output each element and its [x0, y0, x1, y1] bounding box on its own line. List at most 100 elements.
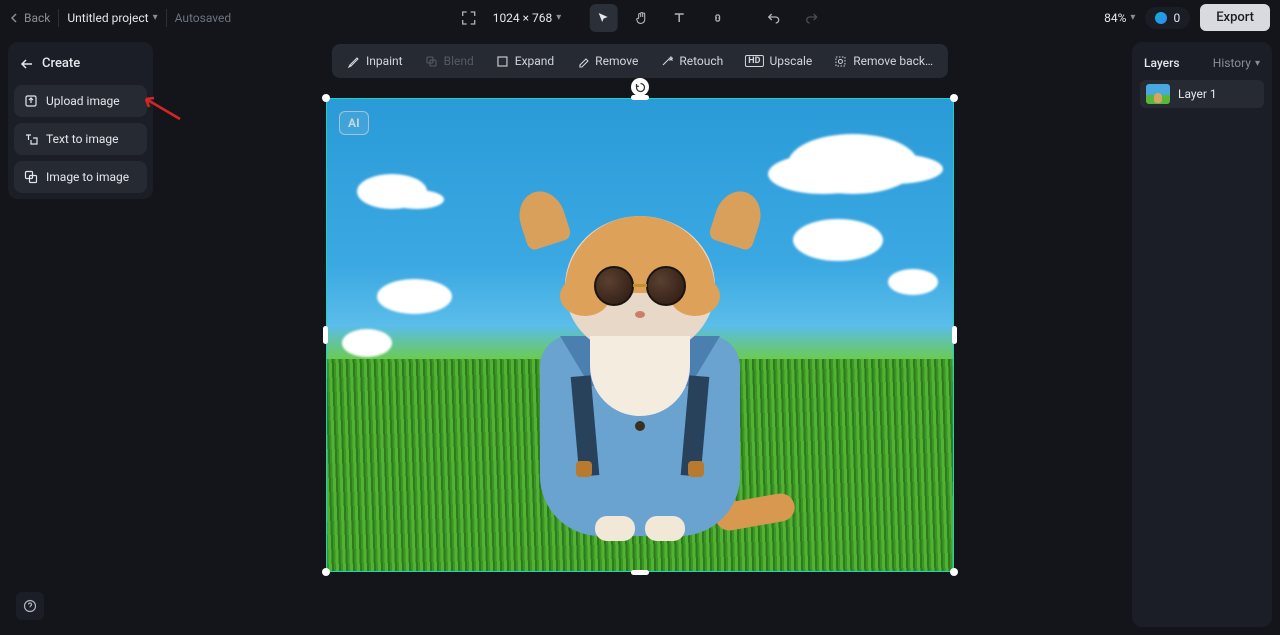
- fit-screen-button[interactable]: [455, 4, 483, 32]
- inpaint-tool[interactable]: Inpaint: [338, 48, 412, 74]
- credits-value: 0: [1173, 11, 1180, 25]
- layers-title: Layers: [1144, 56, 1180, 70]
- resize-handle-t[interactable]: [631, 95, 649, 100]
- resize-handle-tr[interactable]: [950, 94, 958, 102]
- hand-tool[interactable]: [627, 4, 655, 32]
- inpaint-icon: [347, 55, 360, 68]
- back-arrow-icon: [20, 57, 34, 71]
- zoom-value: 84%: [1104, 11, 1126, 25]
- help-button[interactable]: [16, 592, 44, 620]
- select-tool[interactable]: [589, 4, 617, 32]
- resize-handle-tl[interactable]: [322, 94, 330, 102]
- resize-handle-br[interactable]: [950, 568, 958, 576]
- remove-bg-label: Remove back…: [853, 54, 933, 68]
- cloud: [342, 329, 392, 357]
- project-title[interactable]: Untitled project ▾: [67, 11, 157, 25]
- resize-handle-l[interactable]: [323, 326, 328, 344]
- text-to-image-icon: [24, 132, 38, 146]
- chevron-down-icon: ▾: [1255, 58, 1260, 69]
- ai-badge-text: AI: [348, 116, 360, 130]
- remove-label: Remove: [595, 54, 638, 68]
- right-panel-header: Layers History ▾: [1140, 50, 1264, 80]
- fit-icon: [462, 11, 476, 25]
- inpaint-label: Inpaint: [366, 54, 403, 68]
- topbar-left: Back Untitled project ▾ Autosaved: [10, 9, 231, 27]
- back-button[interactable]: Back: [10, 11, 50, 25]
- topbar-center: 1024 × 768 ▾: [455, 4, 826, 32]
- layer-thumbnail: [1146, 84, 1170, 104]
- canvas-wrapper[interactable]: AI: [326, 98, 954, 572]
- retouch-tool[interactable]: Retouch: [651, 48, 732, 74]
- help-icon: [23, 599, 37, 613]
- ai-badge: AI: [339, 111, 369, 135]
- undo-icon: [766, 11, 780, 25]
- upload-image-label: Upload image: [46, 94, 120, 108]
- canvas-image[interactable]: AI: [326, 98, 954, 572]
- retouch-icon: [660, 55, 673, 68]
- text-tool[interactable]: [665, 4, 693, 32]
- edit-toolbar: Inpaint Blend Expand Remove Retouch HD U…: [332, 44, 948, 78]
- export-button[interactable]: Export: [1200, 4, 1270, 31]
- project-title-text: Untitled project: [67, 11, 148, 25]
- text-to-image-label: Text to image: [46, 132, 119, 146]
- canvas-size[interactable]: 1024 × 768 ▾: [493, 11, 562, 25]
- image-to-image-icon: [24, 170, 38, 184]
- link-tool[interactable]: [703, 4, 731, 32]
- expand-label: Expand: [515, 54, 554, 68]
- resize-handle-r[interactable]: [952, 326, 957, 344]
- upload-icon: [24, 94, 38, 108]
- rotate-handle[interactable]: [631, 78, 649, 96]
- upload-image-item[interactable]: Upload image: [14, 85, 147, 117]
- credits-icon: [1155, 12, 1167, 24]
- hand-icon: [634, 11, 648, 25]
- rotate-icon: [635, 82, 646, 93]
- text-to-image-item[interactable]: Text to image: [14, 123, 147, 155]
- resize-handle-bl[interactable]: [322, 568, 330, 576]
- upscale-label: Upscale: [769, 54, 812, 68]
- cat-illustration: [510, 206, 770, 536]
- cloud: [888, 269, 938, 295]
- remove-bg-icon: [834, 55, 847, 68]
- chevron-down-icon: ▾: [153, 12, 158, 23]
- canvas-size-text: 1024 × 768: [493, 11, 553, 25]
- create-header[interactable]: Create: [14, 48, 147, 79]
- cloud: [377, 279, 452, 314]
- back-label: Back: [24, 11, 50, 25]
- layer-row[interactable]: Layer 1: [1140, 80, 1264, 108]
- cloud: [793, 219, 883, 261]
- topbar-right: 84% ▾ 0 Export: [1104, 4, 1270, 31]
- credits-pill[interactable]: 0: [1145, 7, 1190, 29]
- remove-tool[interactable]: Remove: [567, 48, 647, 74]
- chevron-down-icon: ▾: [1130, 12, 1135, 23]
- right-panel: Layers History ▾ Layer 1: [1132, 42, 1272, 627]
- cursor-icon: [597, 11, 610, 24]
- history-button[interactable]: History ▾: [1213, 56, 1260, 70]
- zoom-control[interactable]: 84% ▾: [1104, 11, 1135, 25]
- undo-button[interactable]: [759, 4, 787, 32]
- autosave-status: Autosaved: [175, 11, 232, 25]
- remove-background-tool[interactable]: Remove back…: [825, 48, 942, 74]
- blend-label: Blend: [444, 54, 474, 68]
- image-to-image-label: Image to image: [46, 170, 129, 184]
- export-label: Export: [1216, 10, 1254, 25]
- image-to-image-item[interactable]: Image to image: [14, 161, 147, 193]
- create-label: Create: [42, 56, 80, 71]
- cloud: [788, 134, 918, 194]
- chevron-left-icon: [10, 13, 20, 23]
- redo-icon: [804, 11, 818, 25]
- hd-icon: HD: [745, 55, 763, 67]
- topbar: Back Untitled project ▾ Autosaved 1024 ×…: [0, 0, 1280, 35]
- history-label: History: [1213, 56, 1251, 70]
- divider: [58, 9, 59, 27]
- resize-handle-b[interactable]: [631, 570, 649, 575]
- link-icon: [710, 11, 724, 25]
- blend-tool: Blend: [416, 48, 483, 74]
- redo-button[interactable]: [797, 4, 825, 32]
- upscale-tool[interactable]: HD Upscale: [736, 48, 821, 74]
- expand-tool[interactable]: Expand: [487, 48, 563, 74]
- expand-icon: [496, 55, 509, 68]
- text-icon: [673, 11, 686, 24]
- retouch-label: Retouch: [679, 54, 723, 68]
- eraser-icon: [576, 55, 589, 68]
- chevron-down-icon: ▾: [556, 12, 561, 23]
